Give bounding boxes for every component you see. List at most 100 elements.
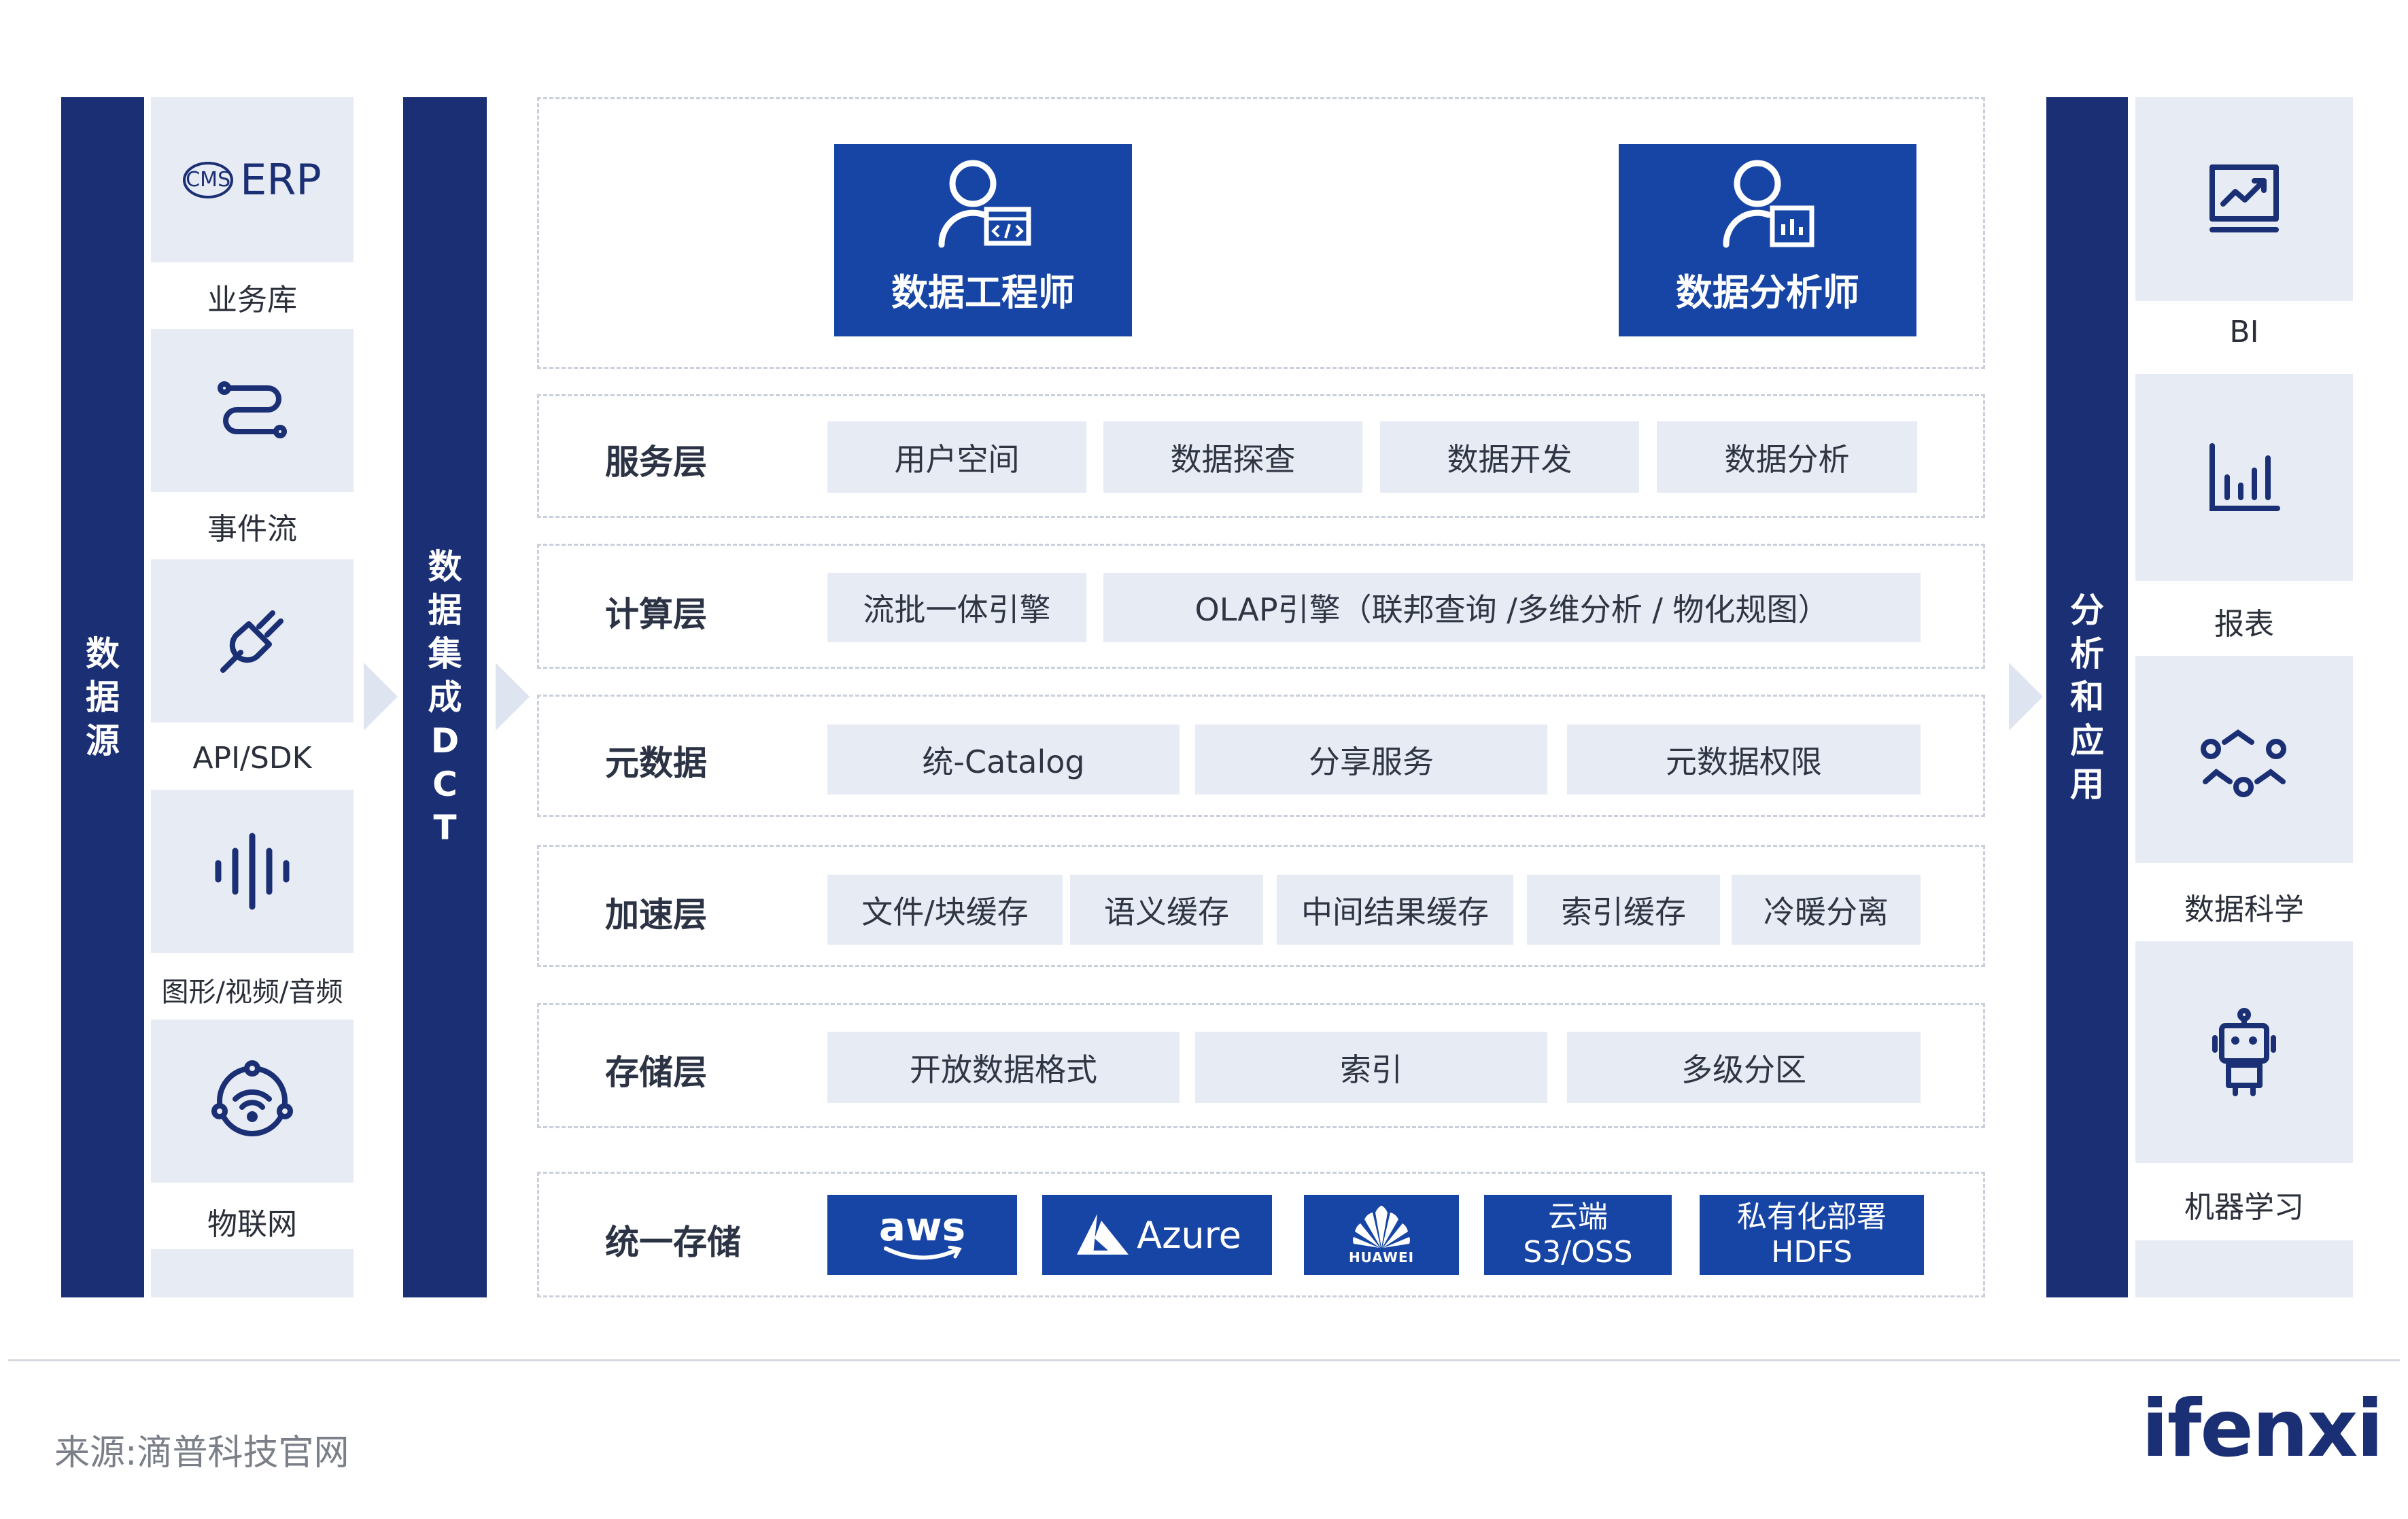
layer-title-storage: 存储层: [605, 1053, 707, 1092]
acceleration-cell: 文件/块缓存: [827, 875, 1063, 945]
layer-title-metadata: 元数据: [605, 744, 707, 783]
role-label-data-analyst: 数据分析师: [1676, 271, 1859, 314]
analyst-icon: [1723, 160, 1814, 248]
brand-logo: ifenxi: [2142, 1383, 2384, 1475]
storage-cell: 多级分区: [1567, 1032, 1921, 1103]
integration-title-char: 成: [428, 678, 462, 717]
source-tile-empty: [151, 1249, 354, 1297]
aws-logo-text: aws: [878, 1204, 966, 1250]
role-card-data-analyst: 数据分析师: [1619, 144, 1916, 336]
app-label-data-science: 数据科学: [2184, 892, 2304, 927]
event-stream-icon: [218, 381, 287, 438]
app-label-report: 报表: [2214, 607, 2274, 642]
source-caption: 来源:滴普科技官网: [54, 1433, 349, 1473]
acceleration-cell: 索引缓存: [1527, 875, 1720, 945]
source-tile-event: [151, 329, 354, 492]
data-source-title-char: 数: [86, 634, 120, 674]
app-label-ml: 机器学习: [2184, 1190, 2304, 1225]
compute-cell: 流批一体引擎: [827, 573, 1086, 642]
huawei-logo-text: HUAWEI: [1348, 1249, 1415, 1265]
integration-bar: 数 据 集 成 D C T: [403, 97, 487, 1297]
analysis-app-title-char: 分: [2070, 591, 2104, 630]
service-cell: 用户空间: [827, 421, 1086, 493]
source-label-business-db: 业务库: [207, 283, 297, 317]
plug-icon: [220, 610, 283, 673]
cms-logo-text: CMS: [183, 161, 234, 198]
metadata-cell: 统-Catalog: [827, 724, 1180, 795]
analysis-app-title-char: 析: [2070, 634, 2104, 674]
storage-cloud-s3: 云端 S3/OSS: [1484, 1195, 1672, 1275]
app-tile-ml: [2135, 941, 2353, 1163]
storage-private-hdfs: 私有化部署 HDFS: [1700, 1195, 1924, 1275]
service-cell: 数据开发: [1380, 421, 1639, 493]
acceleration-cell: 语义缓存: [1070, 875, 1263, 945]
metadata-cell: 元数据权限: [1567, 724, 1921, 795]
compute-cell: OLAP引擎（联邦查询 /多维分析 / 物化规图）: [1103, 573, 1921, 642]
storage-huawei: HUAWEI: [1304, 1195, 1459, 1275]
data-source-title: 数 据 源: [86, 632, 120, 763]
analysis-app-bar: 分 析 和 应 用: [2046, 97, 2128, 1297]
analysis-app-title-char: 应: [2070, 721, 2104, 761]
layer-title-unified-storage: 统一存储: [605, 1223, 741, 1262]
source-tile-media: [151, 790, 354, 953]
analysis-app-title-char: 用: [2070, 765, 2104, 804]
robot-icon: [2212, 1008, 2276, 1096]
service-cell: 数据分析: [1657, 421, 1917, 493]
analysis-app-title: 分 析 和 应 用: [2070, 589, 2104, 806]
source-label-media: 图形/视频/音频: [161, 977, 343, 1008]
integration-title-char: C: [432, 765, 458, 804]
azure-logo-text: Azure: [1137, 1213, 1241, 1257]
source-label-iot: 物联网: [207, 1207, 297, 1242]
layer-title-compute: 计算层: [605, 595, 707, 634]
layer-title-acceleration: 加速层: [605, 895, 707, 935]
engineer-icon: [938, 160, 1031, 248]
footer-divider: [8, 1359, 2400, 1361]
erp-logo-text: ERP: [240, 155, 322, 205]
storage-private-label: 私有化部署: [1737, 1200, 1887, 1234]
data-source-title-char: 源: [86, 721, 120, 761]
data-science-icon: [2201, 729, 2286, 797]
analysis-app-title-char: 和: [2070, 678, 2104, 717]
cms-erp-icon: CMS ERP: [183, 155, 322, 205]
app-tile-bi: [2135, 97, 2353, 301]
acceleration-cell: 中间结果缓存: [1277, 875, 1513, 945]
app-tile-data-science: [2135, 656, 2353, 863]
metadata-cell: 分享服务: [1195, 724, 1547, 795]
integration-title-char: 据: [428, 591, 462, 630]
source-label-api-sdk: API/SDK: [192, 741, 312, 775]
bar-chart-icon: [2209, 442, 2280, 511]
source-tile-api: [151, 559, 354, 722]
bi-report-icon: [2209, 164, 2279, 232]
source-tile-erp: CMS ERP: [151, 97, 354, 262]
audio-wave-icon: [215, 833, 290, 910]
acceleration-cell: 冷暖分离: [1732, 875, 1921, 945]
layer-title-service: 服务层: [605, 442, 707, 482]
role-card-data-engineer: 数据工程师: [834, 144, 1132, 336]
integration-title-char: 集: [428, 634, 462, 674]
flow-arrow-icon: [360, 659, 401, 734]
iot-icon: [211, 1060, 293, 1136]
huawei-logo-icon: HUAWEI: [1349, 1204, 1414, 1265]
integration-title-char: 数: [428, 547, 462, 587]
aws-logo-icon: aws: [878, 1204, 966, 1262]
storage-cloud-label: 云端: [1548, 1200, 1608, 1234]
storage-hdfs-label: HDFS: [1771, 1235, 1853, 1270]
data-source-title-char: 据: [86, 678, 120, 717]
storage-cell: 索引: [1195, 1032, 1547, 1103]
data-source-bar: 数 据 源: [61, 97, 144, 1297]
azure-logo-icon: Azure: [1073, 1211, 1241, 1259]
storage-aws: aws: [827, 1195, 1017, 1275]
source-tile-iot: [151, 1019, 354, 1183]
integration-title-char: D: [430, 721, 460, 761]
storage-s3-label: S3/OSS: [1523, 1235, 1633, 1270]
service-cell: 数据探查: [1103, 421, 1362, 493]
flow-arrow-icon: [2006, 659, 2046, 734]
app-tile-report: [2135, 374, 2353, 581]
source-label-event-stream: 事件流: [207, 512, 297, 546]
app-label-bi: BI: [2229, 315, 2259, 349]
app-tile-empty: [2135, 1240, 2353, 1297]
flow-arrow-icon: [492, 659, 533, 734]
storage-azure: Azure: [1042, 1195, 1272, 1275]
role-label-data-engineer: 数据工程师: [891, 271, 1075, 314]
integration-title: 数 据 集 成 D C T: [428, 545, 462, 850]
